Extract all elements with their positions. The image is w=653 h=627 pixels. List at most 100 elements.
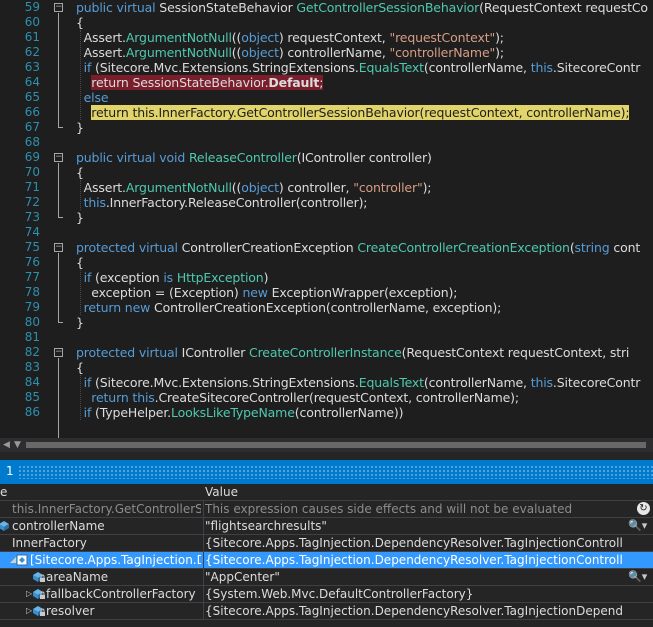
code-line[interactable]: if (TypeHelper.LooksLikeTypeName(control… — [76, 405, 404, 420]
code-token: return new — [76, 300, 155, 315]
visualizer-icon[interactable]: 🔍▾ — [628, 518, 647, 534]
code-line[interactable]: protected virtual IController CreateCont… — [76, 345, 629, 360]
code-token: EqualsText — [358, 60, 424, 75]
drag-grip[interactable] — [18, 465, 653, 479]
code-line[interactable]: if (exception is HttpException) — [76, 270, 269, 285]
code-line[interactable]: public virtual void ReleaseController(IC… — [76, 150, 432, 165]
variable-value[interactable]: "flightsearchresults" — [203, 518, 623, 534]
collapse-icon[interactable]: − — [54, 3, 63, 12]
line-number: 79 — [24, 300, 40, 314]
code-token: object — [241, 30, 279, 45]
autos-row[interactable]: this.InnerFactory.GetControllerSessiThis… — [0, 501, 653, 518]
variable-value[interactable]: {Sitecore.Apps.TagInjection.DependencyRe… — [203, 603, 623, 619]
code-token: Assert. — [76, 45, 126, 60]
code-editor[interactable]: 59 60 61 62 63 64 65 66 67 68 69 70 71 72 73 74 75 76 77 78… — [0, 0, 653, 438]
code-token: { — [76, 165, 84, 180]
line-number: 60 — [24, 15, 40, 29]
code-token: { — [76, 15, 84, 30]
autos-row[interactable]: ▷ resolver {Sitecore.Apps.TagInjection.Dep… — [0, 603, 653, 620]
code-line[interactable]: return SessionStateBehavior.Default; — [76, 75, 323, 90]
line-number: 74 — [24, 225, 40, 239]
code-line[interactable]: protected virtual ControllerCreationExce… — [76, 240, 640, 255]
line-number: 71 — [24, 180, 40, 194]
code-line[interactable]: if (Sitecore.Mvc.Extensions.StringExtens… — [76, 60, 641, 75]
autos-window-title-bar[interactable]: 1 — [0, 460, 653, 484]
code-token: ControllerCreationException — [181, 240, 358, 255]
code-token: return this — [76, 390, 155, 405]
code-token: { — [76, 255, 84, 270]
variable-value[interactable]: {Sitecore.Apps.TagInjection.DependencyRe… — [203, 552, 623, 568]
code-token: new — [242, 285, 272, 300]
code-line[interactable]: return this.InnerFactory.GetControllerSe… — [76, 105, 630, 120]
scroll-down-icon[interactable]: ▼ — [14, 440, 21, 450]
autos-row[interactable]: ▷ fallbackControllerFactory {System.Web.Mv… — [0, 586, 653, 603]
code-token: } — [76, 315, 84, 330]
name-column-header[interactable]: e — [0, 485, 7, 499]
code-token: string — [574, 240, 614, 255]
code-line[interactable]: Assert.ArgumentNotNull((object) requestC… — [76, 30, 504, 45]
horizontal-scrollbar[interactable]: ◀ ▼ — [0, 438, 653, 452]
code-token: (controllerName, — [423, 375, 531, 390]
indent-guide — [80, 270, 81, 315]
autos-row[interactable]: controllerName "flightsearchresults" 🔍▾ — [0, 518, 653, 535]
collapse-icon[interactable]: − — [54, 348, 63, 357]
code-token: } — [76, 120, 84, 135]
scroll-left-icon[interactable]: ◀ — [3, 440, 10, 450]
code-line[interactable]: return this.CreateSitecoreController(req… — [76, 390, 519, 405]
autos-row[interactable]: ◢[Sitecore.Apps.TagInjection.Dep{Sitecor… — [0, 552, 653, 569]
code-token: (exception — [95, 270, 164, 285]
code-line[interactable]: Assert.ArgumentNotNull((object) controll… — [76, 45, 504, 60]
code-token: ) controller, — [278, 180, 354, 195]
line-number: 73 — [24, 210, 40, 224]
variable-value[interactable]: {Sitecore.Apps.TagInjection.DependencyRe… — [203, 535, 623, 551]
autos-row[interactable]: areaName "AppCenter" 🔍▾ — [0, 569, 653, 586]
code-token: Default — [268, 75, 320, 90]
code-line[interactable]: { — [76, 15, 84, 30]
code-line[interactable]: } — [76, 120, 84, 135]
code-line[interactable]: this.InnerFactory.ReleaseController(cont… — [76, 195, 368, 210]
visualizer-icon[interactable]: 🔍▾ — [628, 569, 647, 585]
line-number: 82 — [24, 345, 40, 359]
private-field-icon — [32, 605, 45, 617]
variable-value[interactable]: This expression causes side effects and … — [203, 501, 623, 517]
code-token: ArgumentNotNull — [125, 45, 232, 60]
variable-name: controllerName — [12, 519, 105, 533]
scrollbar-thumb[interactable] — [26, 442, 646, 448]
code-token: .SitecoreContr — [552, 60, 641, 75]
code-token: object — [241, 180, 279, 195]
code-token: return SessionStateBehavior. — [91, 75, 269, 90]
code-token: (RequestContext requestContext, stri — [401, 345, 630, 360]
code-line[interactable]: } — [76, 315, 84, 330]
code-token: { — [76, 360, 84, 375]
code-line[interactable]: if (Sitecore.Mvc.Extensions.StringExtens… — [76, 375, 641, 390]
line-number: 75 — [24, 240, 40, 254]
code-token: if — [76, 270, 96, 285]
code-line[interactable]: } — [76, 210, 84, 225]
window-title: 1 — [6, 464, 14, 478]
code-line[interactable]: Assert.ArgumentNotNull((object) controll… — [76, 180, 432, 195]
code-token: "controllerName" — [389, 45, 496, 60]
code-line[interactable]: { — [76, 360, 84, 375]
outline-line — [58, 253, 59, 322]
collapse-icon[interactable]: − — [54, 243, 63, 252]
code-line[interactable]: return new ControllerCreationException(c… — [76, 300, 502, 315]
autos-window: 1 e Value this.InnerFactory.GetControlle… — [0, 452, 653, 627]
line-number: 70 — [24, 165, 40, 179]
code-line[interactable]: public virtual SessionStateBehavior GetC… — [76, 0, 648, 15]
variable-value[interactable]: {System.Web.Mvc.DefaultControllerFactory… — [203, 586, 623, 602]
autos-row[interactable]: InnerFactory {Sitecore.Apps.TagInjection.… — [0, 535, 653, 552]
variable-value[interactable]: "AppCenter" — [203, 569, 623, 585]
code-token: ExceptionWrapper(exception); — [271, 285, 458, 300]
refresh-icon[interactable]: ↻ — [637, 502, 650, 515]
value-column-header[interactable]: Value — [205, 485, 238, 499]
code-line[interactable]: exception = (Exception) new ExceptionWra… — [76, 285, 457, 300]
collapse-icon[interactable]: − — [54, 153, 63, 162]
code-token: ; — [319, 75, 324, 90]
code-token: Assert. — [76, 30, 126, 45]
code-token: public virtual void — [76, 150, 189, 165]
field-icon — [0, 520, 10, 532]
line-number: 59 — [24, 0, 40, 14]
code-line[interactable]: { — [76, 255, 84, 270]
line-number-gutter: 59 60 61 62 63 64 65 66 67 68 69 70 71 72 73 74 75 76 77 78… — [0, 0, 42, 438]
code-line[interactable]: { — [76, 165, 84, 180]
